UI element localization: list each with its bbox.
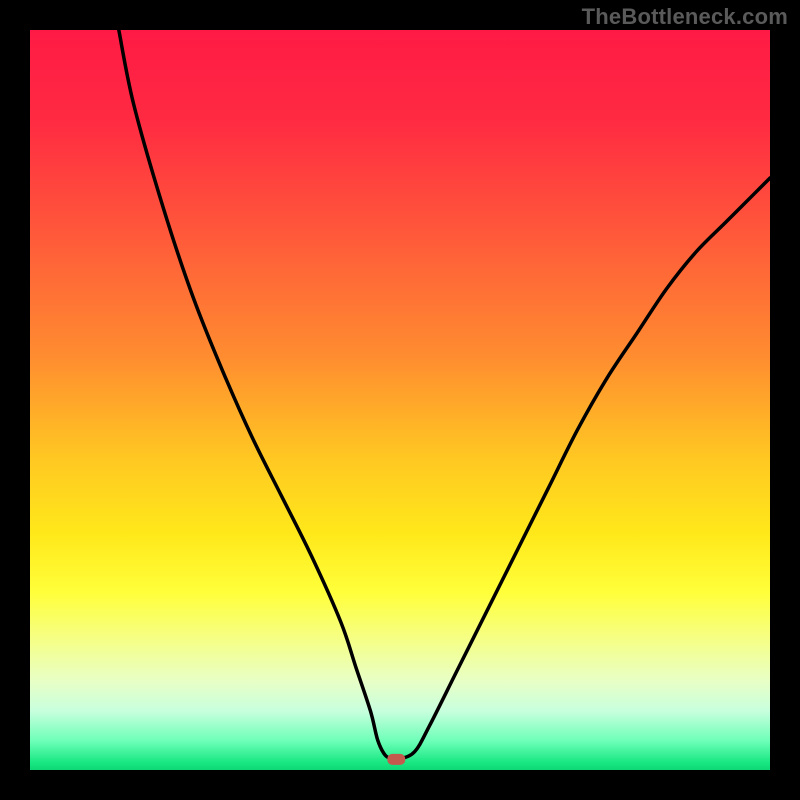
watermark-text: TheBottleneck.com <box>582 4 788 30</box>
curve-svg <box>30 30 770 770</box>
plot-area <box>30 30 770 770</box>
bottleneck-curve <box>119 30 770 760</box>
minimum-marker <box>387 754 405 765</box>
chart-frame: TheBottleneck.com <box>0 0 800 800</box>
